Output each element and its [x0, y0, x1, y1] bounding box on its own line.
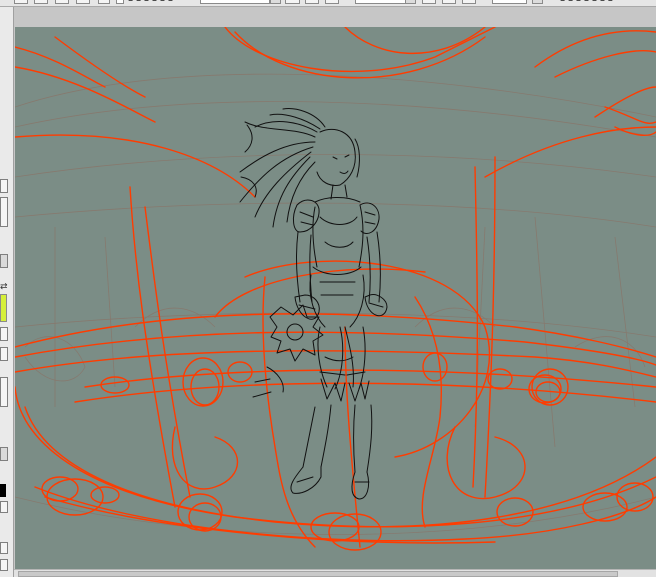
toolbar-label-glyph: ▪ ▪ ▪ ▪ ▪ ▪: [128, 0, 173, 3]
zoom-spin-field[interactable]: [492, 0, 527, 4]
tool-button[interactable]: [0, 197, 8, 227]
tool-button[interactable]: [0, 347, 8, 361]
tool-button[interactable]: [0, 254, 8, 268]
toolbar-button[interactable]: [55, 0, 69, 4]
tool-button[interactable]: [0, 542, 8, 554]
toolbar-button[interactable]: [14, 0, 28, 4]
tool-panel: ⇄: [0, 7, 14, 577]
toolbar-button[interactable]: [98, 0, 110, 4]
tool-button[interactable]: [0, 447, 8, 461]
scrollbar-thumb[interactable]: [18, 571, 618, 577]
chevron-down-icon[interactable]: [405, 0, 416, 4]
top-toolbar: ▪ ▪ ▪ ▪ ▪ ▪ ▪ ▪ ▪ ▪ ▪ ▪ ▪: [0, 0, 656, 7]
toolbar-button[interactable]: [422, 0, 436, 4]
checkbox-icon[interactable]: [116, 0, 124, 4]
secondary-color-swatch[interactable]: [0, 484, 6, 497]
toolbar-button[interactable]: [285, 0, 300, 4]
toolbar-label-glyph: ▪ ▪ ▪ ▪ ▪ ▪ ▪: [560, 0, 613, 3]
toolbar-button[interactable]: [305, 0, 319, 4]
toolbar-button[interactable]: [76, 0, 90, 4]
tool-button[interactable]: [0, 559, 8, 571]
primary-color-swatch[interactable]: [0, 294, 7, 322]
brush-dropdown[interactable]: [200, 0, 270, 4]
toolbar-button[interactable]: [462, 0, 476, 4]
tool-button[interactable]: [0, 377, 8, 407]
artwork: [15, 27, 656, 551]
orange-sketch-layer: [15, 27, 656, 551]
lineart-figure: [239, 108, 388, 500]
toolbar-button[interactable]: [442, 0, 456, 4]
swap-colors-icon[interactable]: ⇄: [0, 283, 8, 292]
toolbar-button[interactable]: [325, 0, 339, 4]
tool-button[interactable]: [0, 501, 8, 513]
tool-button[interactable]: [0, 179, 8, 193]
spin-icon[interactable]: [532, 0, 543, 4]
horizontal-scrollbar[interactable]: [14, 569, 656, 577]
toolbar-button[interactable]: [34, 0, 48, 4]
chevron-down-icon[interactable]: [270, 0, 281, 4]
tool-button[interactable]: [0, 327, 8, 341]
drawing-canvas[interactable]: [15, 27, 656, 570]
canvas-viewport: [14, 7, 656, 570]
